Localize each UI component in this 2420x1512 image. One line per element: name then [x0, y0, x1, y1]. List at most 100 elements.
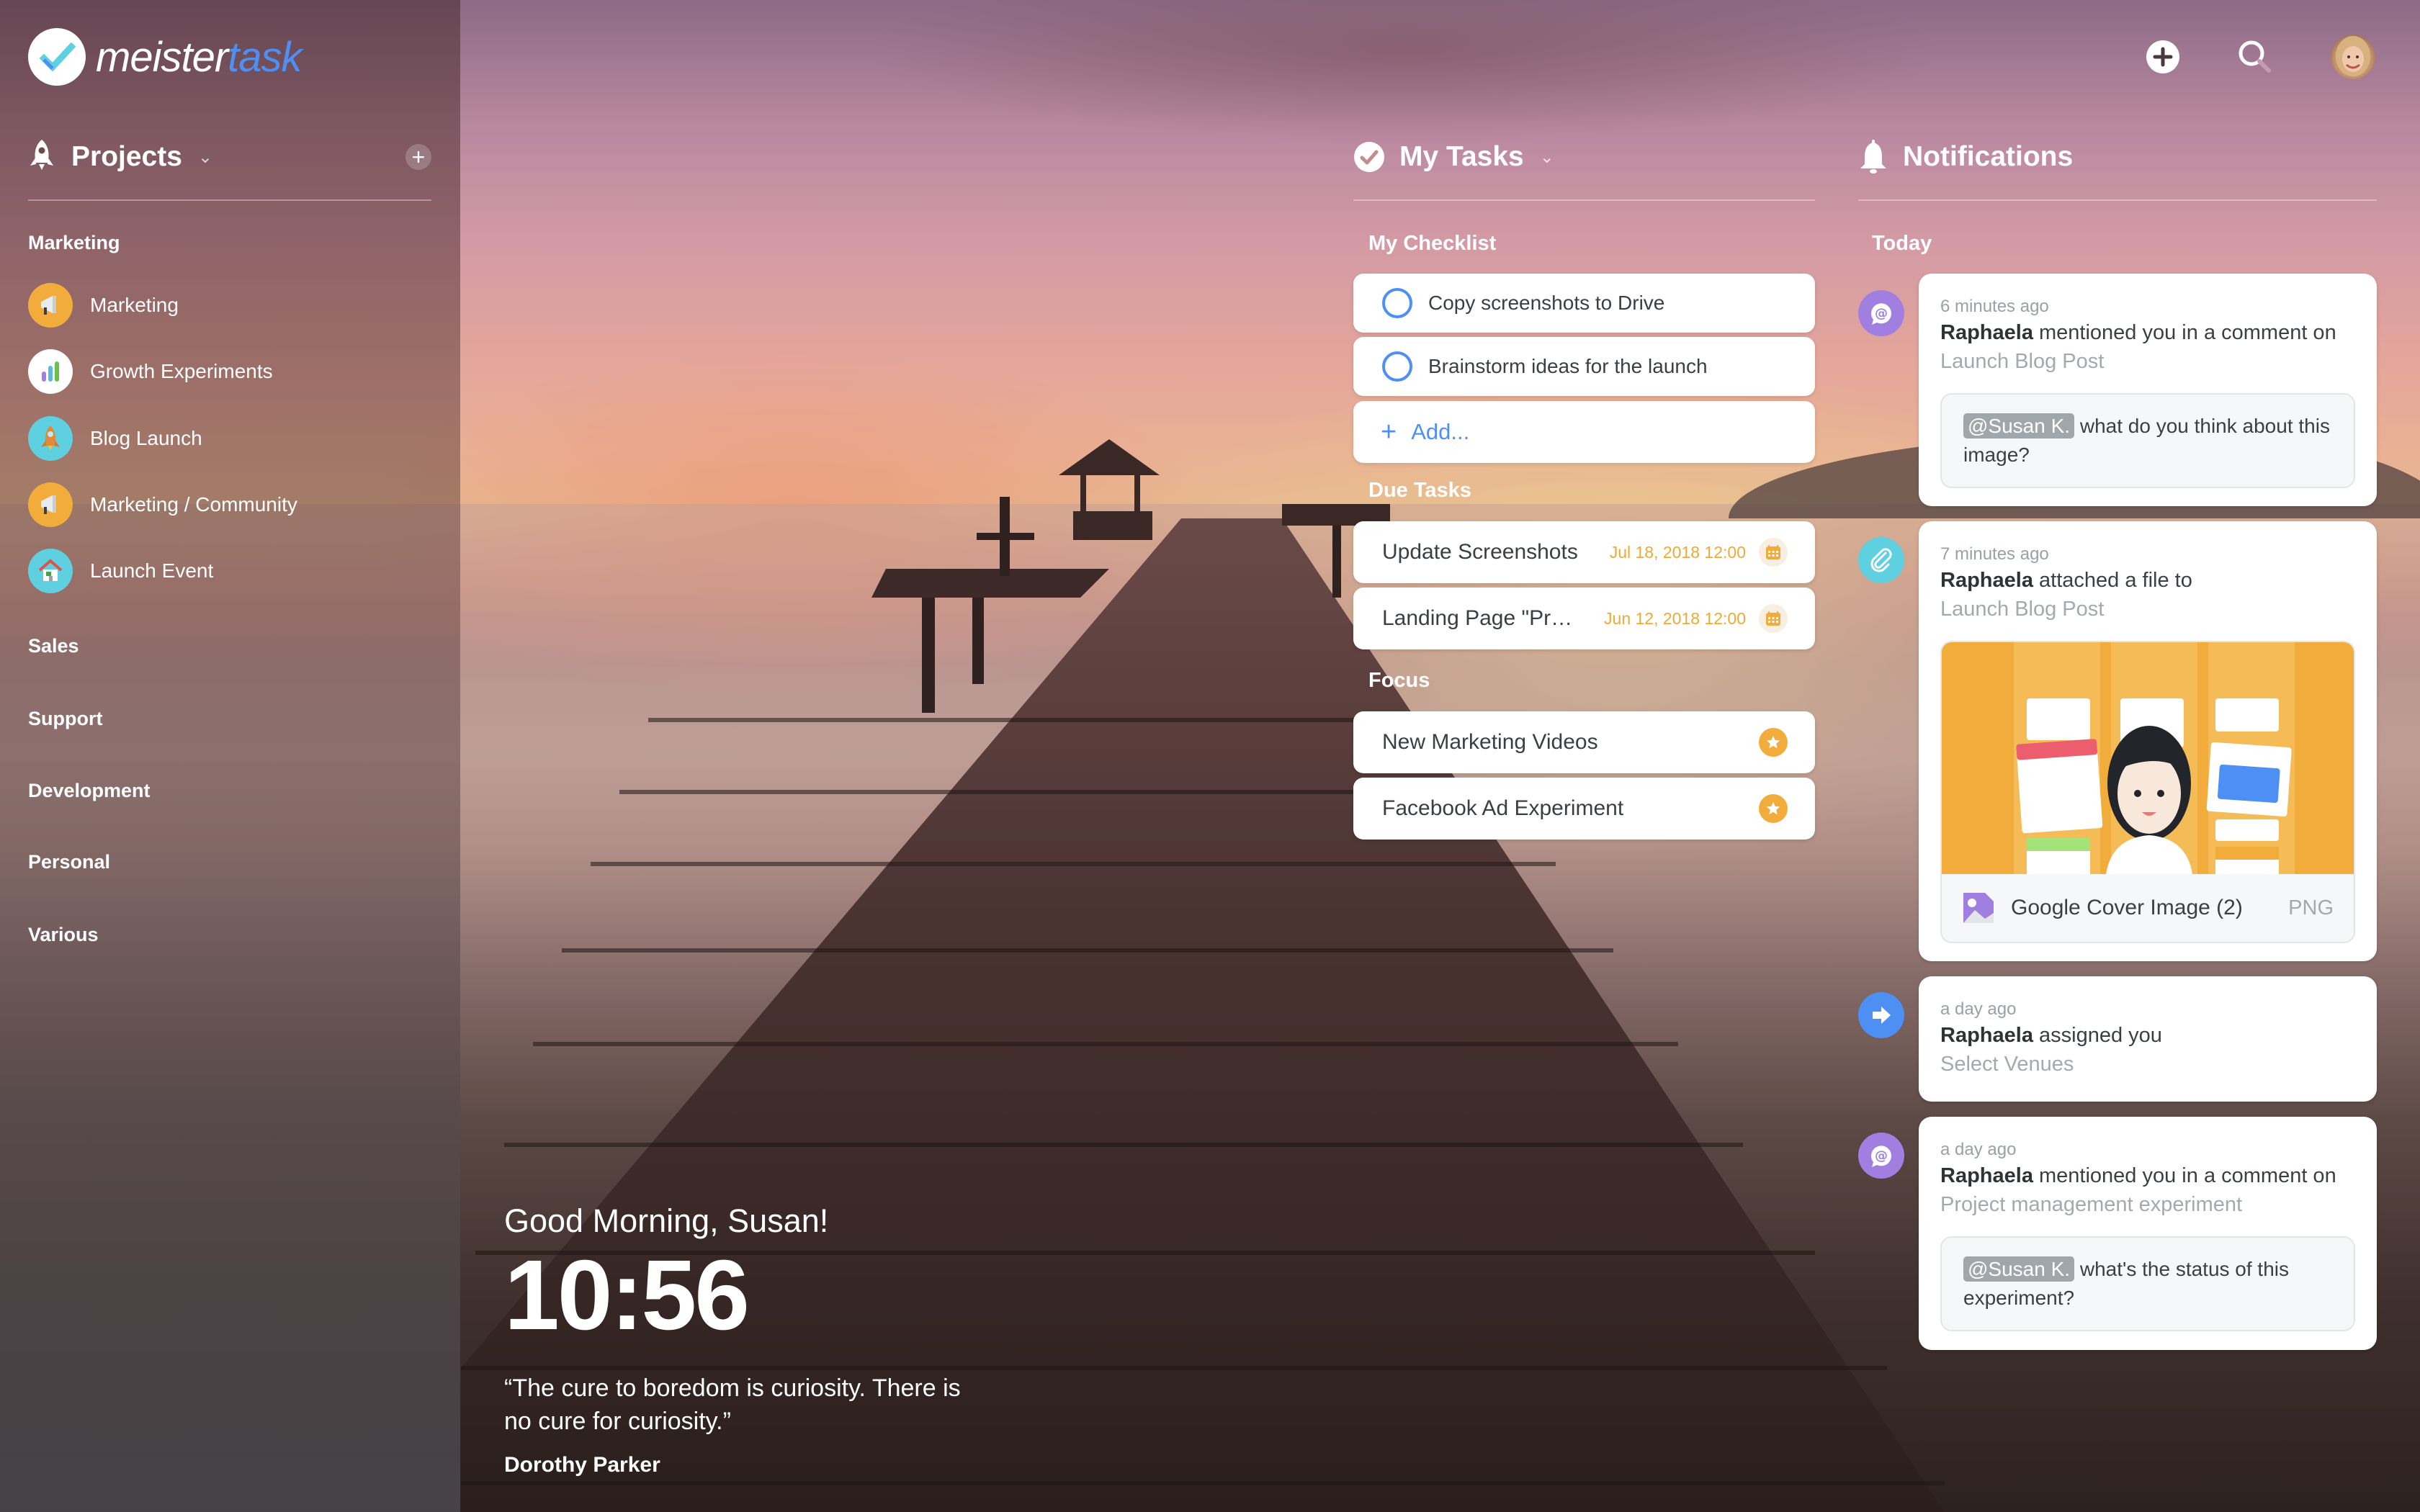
- comment-preview: @Susan K. what's the status of this expe…: [1940, 1236, 2355, 1331]
- checkbox-circle[interactable]: [1382, 288, 1412, 318]
- focus-task-item[interactable]: New Marketing Videos: [1353, 711, 1815, 773]
- checklist-item[interactable]: Brainstorm ideas for the launch: [1353, 337, 1815, 396]
- notification-card[interactable]: 7 minutes ago Raphaela attached a file t…: [1919, 521, 2377, 961]
- notification-text: Raphaela assigned you: [1940, 1021, 2355, 1050]
- notification-text: Raphaela mentioned you in a comment on: [1940, 318, 2355, 347]
- comment-preview: @Susan K. what do you think about this i…: [1940, 393, 2355, 488]
- add-checklist-item-button[interactable]: + Add...: [1353, 401, 1815, 463]
- checklist-item-label: Brainstorm ideas for the launch: [1428, 355, 1708, 377]
- paperclip-icon: [1858, 537, 1904, 583]
- add-label: Add...: [1411, 419, 1470, 444]
- due-date: Jun 12, 2018 12:00: [1604, 608, 1746, 628]
- checkbox-circle[interactable]: [1382, 351, 1412, 382]
- project-label: Blog Launch: [90, 427, 202, 449]
- svg-text:@: @: [1875, 306, 1888, 321]
- task-label: Facebook Ad Experiment: [1382, 796, 1624, 820]
- sidebar-item-launch-event[interactable]: Launch Event: [28, 549, 213, 593]
- group-sales[interactable]: Sales: [28, 635, 79, 657]
- sidebar-item-marketing-community[interactable]: Marketing / Community: [28, 482, 297, 527]
- my-tasks-header[interactable]: My Tasks ⌄: [1353, 135, 1554, 179]
- add-project-button[interactable]: +: [405, 144, 431, 170]
- notification-action: assigned you: [2033, 1024, 2162, 1047]
- star-icon[interactable]: [1759, 728, 1788, 757]
- group-support[interactable]: Support: [28, 708, 102, 730]
- notification-action: attached a file to: [2033, 569, 2192, 592]
- due-tasks-label: Due Tasks: [1368, 479, 1471, 502]
- actor-name: Raphaela: [1940, 1024, 2033, 1047]
- search-button[interactable]: [2233, 35, 2277, 79]
- add-button[interactable]: [2141, 35, 2185, 79]
- due-task-item[interactable]: Update Screenshots Jul 18, 2018 12:00: [1353, 521, 1815, 583]
- app-logo[interactable]: meistertask: [28, 28, 302, 86]
- project-label: Launch Event: [90, 559, 214, 582]
- avatar-photo: [2336, 36, 2370, 76]
- svg-text:@: @: [1875, 1148, 1888, 1164]
- sidebar-divider: [28, 199, 431, 201]
- logo-wordmark: meistertask: [96, 33, 302, 81]
- house-icon: [28, 549, 73, 593]
- bar-chart-icon: [28, 349, 73, 394]
- project-label: Marketing: [90, 294, 179, 316]
- search-icon: [2238, 40, 2271, 73]
- attachment-footer: Google Cover Image (2) PNG: [1942, 874, 2354, 942]
- notification-card[interactable]: 6 minutes ago Raphaela mentioned you in …: [1919, 274, 2377, 506]
- notification-target-link[interactable]: Project management experiment: [1940, 1190, 2355, 1219]
- checklist-item[interactable]: Copy screenshots to Drive: [1353, 274, 1815, 333]
- megaphone-icon: [28, 283, 73, 328]
- check-circle-icon: [1354, 142, 1384, 172]
- project-label: Marketing / Community: [90, 493, 297, 516]
- notification-text: Raphaela mentioned you in a comment on: [1940, 1161, 2355, 1190]
- sidebar-item-growth-experiments[interactable]: Growth Experiments: [28, 349, 273, 394]
- project-label: Growth Experiments: [90, 360, 273, 382]
- notification-target-link[interactable]: Select Venues: [1940, 1050, 2355, 1079]
- today-label: Today: [1872, 232, 1932, 255]
- notification-target-link[interactable]: Launch Blog Post: [1940, 347, 2355, 376]
- sidebar-item-blog-launch[interactable]: Blog Launch: [28, 416, 202, 461]
- sidebar: meistertask Projects ⌄ + Marketing Marke…: [0, 0, 460, 1512]
- calendar-icon: [1759, 538, 1788, 567]
- notification-card[interactable]: a day ago Raphaela mentioned you in a co…: [1919, 1117, 2377, 1350]
- image-file-icon: [1963, 893, 1994, 923]
- my-tasks-divider: [1353, 199, 1815, 201]
- notification-action: mentioned you in a comment on: [2033, 1164, 2336, 1187]
- notification-card[interactable]: a day ago Raphaela assigned you Select V…: [1919, 976, 2377, 1102]
- logo-check-icon: [28, 28, 86, 86]
- actor-name: Raphaela: [1940, 569, 2033, 592]
- notification-time: a day ago: [1940, 999, 2017, 1019]
- attachment-file-type: PNG: [2288, 896, 2334, 919]
- group-personal[interactable]: Personal: [28, 851, 110, 873]
- due-task-item[interactable]: Landing Page "Pr… Jun 12, 2018 12:00: [1353, 588, 1815, 649]
- notifications-header: Notifications: [1858, 135, 2073, 179]
- notification-text: Raphaela attached a file to: [1940, 566, 2355, 595]
- bell-icon: [1860, 140, 1886, 174]
- due-date: Jul 18, 2018 12:00: [1609, 542, 1746, 562]
- greeting-text: Good Morning, Susan!: [504, 1202, 829, 1239]
- clock-time: 10:56: [504, 1240, 750, 1351]
- plus-circle-icon: [2146, 40, 2179, 73]
- focus-label: Focus: [1368, 669, 1430, 692]
- group-marketing[interactable]: Marketing: [28, 232, 120, 254]
- rocket-icon: [28, 138, 55, 176]
- notification-time: a day ago: [1940, 1140, 2017, 1159]
- chevron-down-icon[interactable]: ⌄: [1540, 147, 1554, 168]
- attachment-preview[interactable]: Google Cover Image (2) PNG: [1940, 641, 2355, 943]
- projects-header[interactable]: Projects ⌄ +: [28, 137, 431, 177]
- notification-time: 7 minutes ago: [1940, 544, 2049, 564]
- star-icon[interactable]: [1759, 794, 1788, 823]
- my-tasks-title: My Tasks: [1399, 141, 1524, 172]
- task-label: Update Screenshots: [1382, 540, 1578, 564]
- notification-target-link[interactable]: Launch Blog Post: [1940, 595, 2355, 624]
- task-label: Landing Page "Pr…: [1382, 606, 1573, 630]
- daily-quote: “The cure to boredom is curiosity. There…: [504, 1374, 961, 1435]
- group-development[interactable]: Development: [28, 780, 151, 802]
- megaphone-icon: [28, 482, 73, 527]
- user-avatar[interactable]: [2331, 35, 2375, 79]
- sidebar-item-marketing[interactable]: Marketing: [28, 283, 179, 328]
- mention-tag: @Susan K.: [1963, 1256, 2075, 1282]
- notification-time: 6 minutes ago: [1940, 297, 2049, 316]
- calendar-icon: [1759, 604, 1788, 633]
- notifications-divider: [1858, 199, 2377, 201]
- focus-task-item[interactable]: Facebook Ad Experiment: [1353, 778, 1815, 840]
- chevron-down-icon[interactable]: ⌄: [198, 147, 212, 168]
- group-various[interactable]: Various: [28, 924, 99, 946]
